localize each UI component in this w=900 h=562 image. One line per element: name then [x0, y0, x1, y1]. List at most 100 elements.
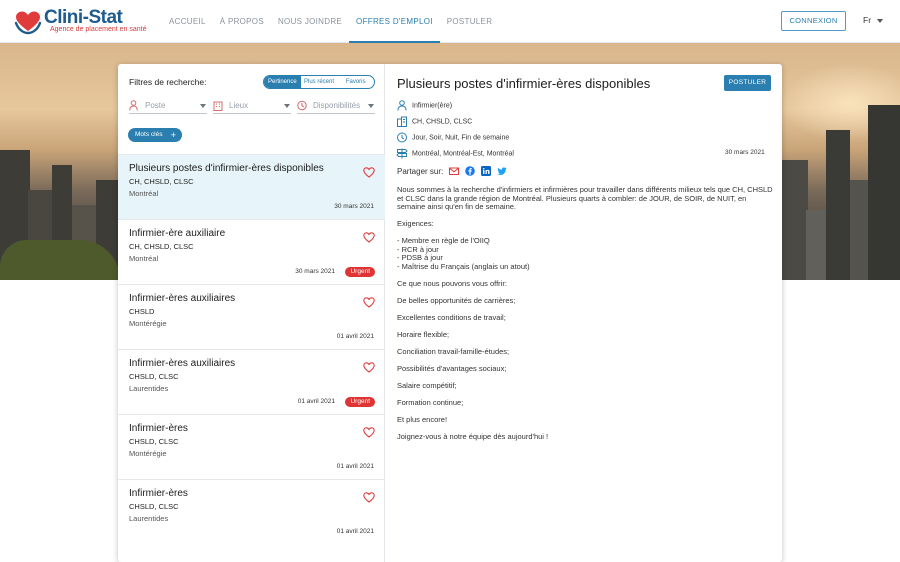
job-location: Montérégie	[129, 319, 167, 328]
job-list-item[interactable]: Infirmier-ères auxiliaires CHSLD Montérégi…	[118, 284, 385, 349]
job-title: Infirmier-ères	[129, 423, 188, 434]
requirement-item: RCR à jour	[397, 245, 774, 255]
job-schedule-row: Jour, Soir, Nuit, Fin de semaine	[396, 132, 509, 144]
keywords-button[interactable]: Mots clés +	[128, 128, 182, 142]
heart-icon[interactable]	[363, 490, 375, 503]
nav-links: ACCUEIL À PROPOS NOUS JOINDRE OFFRES D'EMPL…	[162, 0, 499, 43]
requirements-list: Membre en règle de l'OIIQRCR à jourPDSB …	[397, 236, 774, 271]
chevron-down-icon	[284, 104, 290, 108]
job-board-card: Filtres de recherche: Pertinence Plus réc…	[118, 64, 782, 562]
requirement-item: Membre en règle de l'OIIQ	[397, 236, 774, 246]
job-establishments: CHSLD	[129, 307, 155, 316]
top-navbar: Clini-Stat Agence de placement en santé …	[0, 0, 900, 43]
offer-item: Conciliation travail-famille-études;	[397, 346, 510, 356]
job-establishments: CHSLD, CLSC	[129, 372, 179, 381]
offer-item: De belles opportunités de carrières;	[397, 295, 516, 305]
job-date: 01 avril 2021	[336, 463, 374, 470]
chevron-down-icon	[200, 104, 206, 108]
disponibilites-filter-label: Disponibilités	[313, 101, 361, 110]
heart-icon[interactable]	[363, 425, 375, 438]
poste-filter[interactable]: Poste	[129, 100, 207, 114]
heart-icon[interactable]	[363, 165, 375, 178]
disponibilites-filter[interactable]: Disponibilités	[297, 100, 375, 114]
job-list-item[interactable]: Infirmier-ère auxiliaire CH, CHSLD, CLSC M…	[118, 219, 385, 284]
sort-option-2[interactable]: Favoris	[337, 76, 374, 88]
sort-toggle: Pertinence Plus récent Favoris	[263, 75, 375, 89]
job-location: Laurentides	[129, 384, 169, 393]
search-filters: Filtres de recherche: Pertinence Plus réc…	[118, 64, 385, 154]
job-title: Infirmier-ères	[129, 488, 188, 499]
job-date: 01 avril 2021	[336, 528, 374, 535]
sort-option-1[interactable]: Plus récent	[301, 76, 338, 88]
job-location: Laurentides	[129, 514, 169, 523]
signpost-icon	[396, 148, 408, 159]
poste-filter-label: Poste	[145, 101, 166, 110]
chevron-down-icon	[877, 18, 884, 23]
plus-icon: +	[170, 130, 176, 140]
nav-link-1[interactable]: À PROPOS	[213, 0, 271, 43]
language-selector[interactable]: Fr	[863, 15, 884, 25]
nav-link-3[interactable]: OFFRES D'EMPLOI	[349, 0, 440, 43]
job-establishments: CH, CHSLD, CLSC	[412, 118, 473, 126]
facebook-icon[interactable]	[465, 166, 476, 176]
logo[interactable]: Clini-Stat Agence de placement en santé	[14, 7, 154, 37]
job-role-row: Infirmier(ère)	[396, 100, 452, 112]
job-list: Plusieurs postes d'infirmier-ères dispon…	[118, 154, 385, 544]
description-intro: Nous sommes à la recherche d'infirmiers …	[397, 185, 773, 211]
job-location: Montréal	[129, 254, 159, 263]
language-label: Fr	[863, 15, 872, 25]
share-label: Partager sur:	[397, 166, 444, 176]
heart-icon[interactable]	[363, 295, 375, 308]
requirements-title: Exigences:	[397, 219, 434, 228]
job-description: Nous sommes à la recherche d'infirmiers …	[397, 185, 774, 450]
job-location: Montréal	[129, 189, 159, 198]
heart-icon[interactable]	[363, 230, 375, 243]
job-list-panel: Filtres de recherche: Pertinence Plus réc…	[118, 64, 385, 562]
job-date: 30 mars 2021	[334, 203, 374, 210]
job-list-item[interactable]: Infirmier-ères auxiliaires CHSLD, CLSC Lau…	[118, 349, 385, 414]
heart-icon[interactable]	[363, 360, 375, 373]
building-icon	[213, 100, 223, 112]
offer-item: Formation continue;	[397, 397, 464, 407]
offer-title: Ce que nous pouvons vous offrir:	[397, 278, 507, 288]
job-list-item[interactable]: Plusieurs postes d'infirmier-ères dispon…	[118, 154, 385, 219]
linkedin-icon[interactable]	[481, 166, 492, 176]
job-title: Infirmier-ères auxiliaires	[129, 358, 236, 369]
nav-link-2[interactable]: NOUS JOINDRE	[271, 0, 349, 43]
apply-button[interactable]: POSTULER	[724, 75, 771, 91]
clock-icon	[397, 132, 407, 143]
logo-heart-hands-icon	[14, 11, 42, 35]
sort-option-0[interactable]: Pertinence	[264, 76, 301, 88]
offer-item: Excellentes conditions de travail;	[397, 312, 506, 322]
job-date: 01 avril 2021	[336, 333, 374, 340]
job-list-item[interactable]: Infirmier-ères CHSLD, CLSC Montérégie 01 av…	[118, 414, 385, 479]
urgent-badge: Urgent	[345, 397, 375, 407]
job-date: 01 avril 2021	[297, 398, 335, 405]
keywords-button-label: Mots clés	[135, 131, 163, 138]
nav-link-0[interactable]: ACCUEIL	[162, 0, 213, 43]
job-list-item[interactable]: Infirmier-ères CHSLD, CLSC Laurentides 01 a…	[118, 479, 385, 544]
job-detail-date: 30 mars 2021	[725, 149, 765, 156]
email-icon[interactable]	[449, 166, 460, 176]
twitter-icon[interactable]	[497, 166, 507, 176]
job-title: Infirmier-ères auxiliaires	[129, 293, 236, 304]
job-role: Infirmier(ère)	[412, 102, 453, 110]
login-button[interactable]: CONNEXION	[781, 11, 846, 31]
job-establishments: CH, CHSLD, CLSC	[129, 177, 194, 186]
filters-title: Filtres de recherche:	[129, 77, 207, 87]
job-establishments: CHSLD, CLSC	[129, 437, 179, 446]
clock-icon	[297, 100, 307, 112]
urgent-badge: Urgent	[345, 267, 375, 277]
user-icon	[129, 100, 139, 112]
job-regions-row: Montréal, Montréal-Est, Montréal	[396, 148, 514, 160]
building-icon	[397, 116, 407, 127]
job-establishments: CH, CHSLD, CLSC	[129, 242, 194, 251]
job-title: Infirmier-ère auxiliaire	[129, 228, 226, 239]
job-schedule: Jour, Soir, Nuit, Fin de semaine	[412, 134, 510, 142]
job-establishments: CHSLD, CLSC	[129, 502, 179, 511]
lieux-filter[interactable]: Lieux	[213, 100, 291, 114]
lieux-filter-label: Lieux	[229, 101, 249, 110]
offer-item: Possibilités d'avantages sociaux;	[397, 363, 507, 373]
nav-link-4[interactable]: POSTULER	[440, 0, 500, 43]
job-title: Plusieurs postes d'infirmier-ères dispon…	[129, 163, 324, 174]
